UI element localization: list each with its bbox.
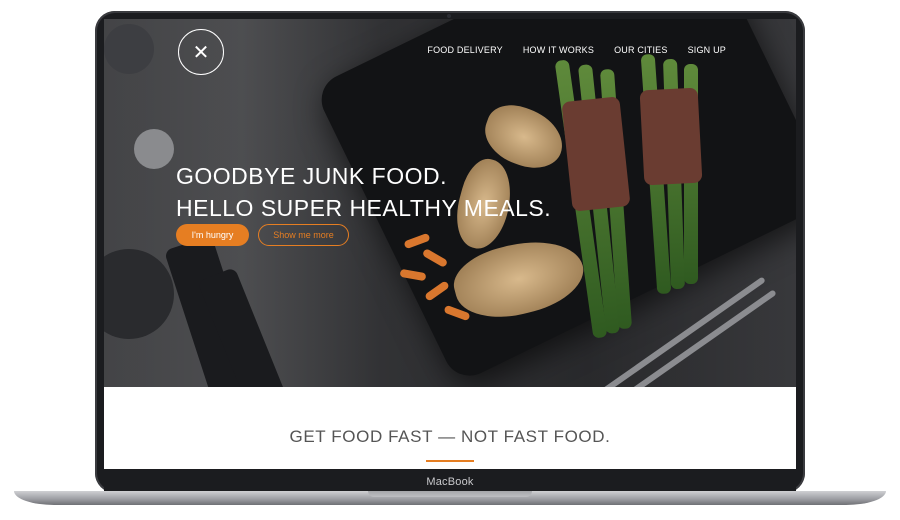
logo[interactable]: ✕ — [178, 29, 224, 75]
bottle-opener-image — [134, 129, 174, 169]
webcam — [447, 14, 451, 18]
hero-section: ✕ FOOD DELIVERY HOW IT WORKS OUR CITIES … — [104, 19, 796, 387]
show-me-more-button[interactable]: Show me more — [258, 224, 349, 246]
features-section: GET FOOD FAST — NOT FAST FOOD. — [104, 387, 796, 469]
jar-image — [104, 24, 154, 74]
main-nav: FOOD DELIVERY HOW IT WORKS OUR CITIES SI… — [427, 45, 726, 55]
bacon-wrap-image — [639, 87, 703, 186]
nav-item-sign-up[interactable]: SIGN UP — [688, 45, 726, 55]
nav-item-how-it-works[interactable]: HOW IT WORKS — [523, 45, 594, 55]
hero-headline: GOODBYE JUNK FOOD. HELLO SUPER HEALTHY M… — [176, 160, 551, 224]
fork-spoon-icon: ✕ — [192, 41, 210, 64]
laptop-notch — [368, 491, 532, 497]
section-underline — [426, 460, 474, 462]
nav-item-our-cities[interactable]: OUR CITIES — [614, 45, 668, 55]
bacon-wrap-image — [561, 96, 631, 212]
im-hungry-button[interactable]: I'm hungry — [176, 224, 249, 246]
section-title: GET FOOD FAST — NOT FAST FOOD. — [289, 427, 611, 446]
pepper-grinder-image — [104, 249, 174, 339]
device-label: MacBook — [426, 476, 474, 488]
nav-item-food-delivery[interactable]: FOOD DELIVERY — [427, 45, 502, 55]
hero-headline-line2: HELLO SUPER HEALTHY MEALS. — [176, 195, 552, 221]
hero-headline-line1: GOODBYE JUNK FOOD. — [176, 163, 447, 189]
browser-screen: ✕ FOOD DELIVERY HOW IT WORKS OUR CITIES … — [104, 19, 796, 469]
